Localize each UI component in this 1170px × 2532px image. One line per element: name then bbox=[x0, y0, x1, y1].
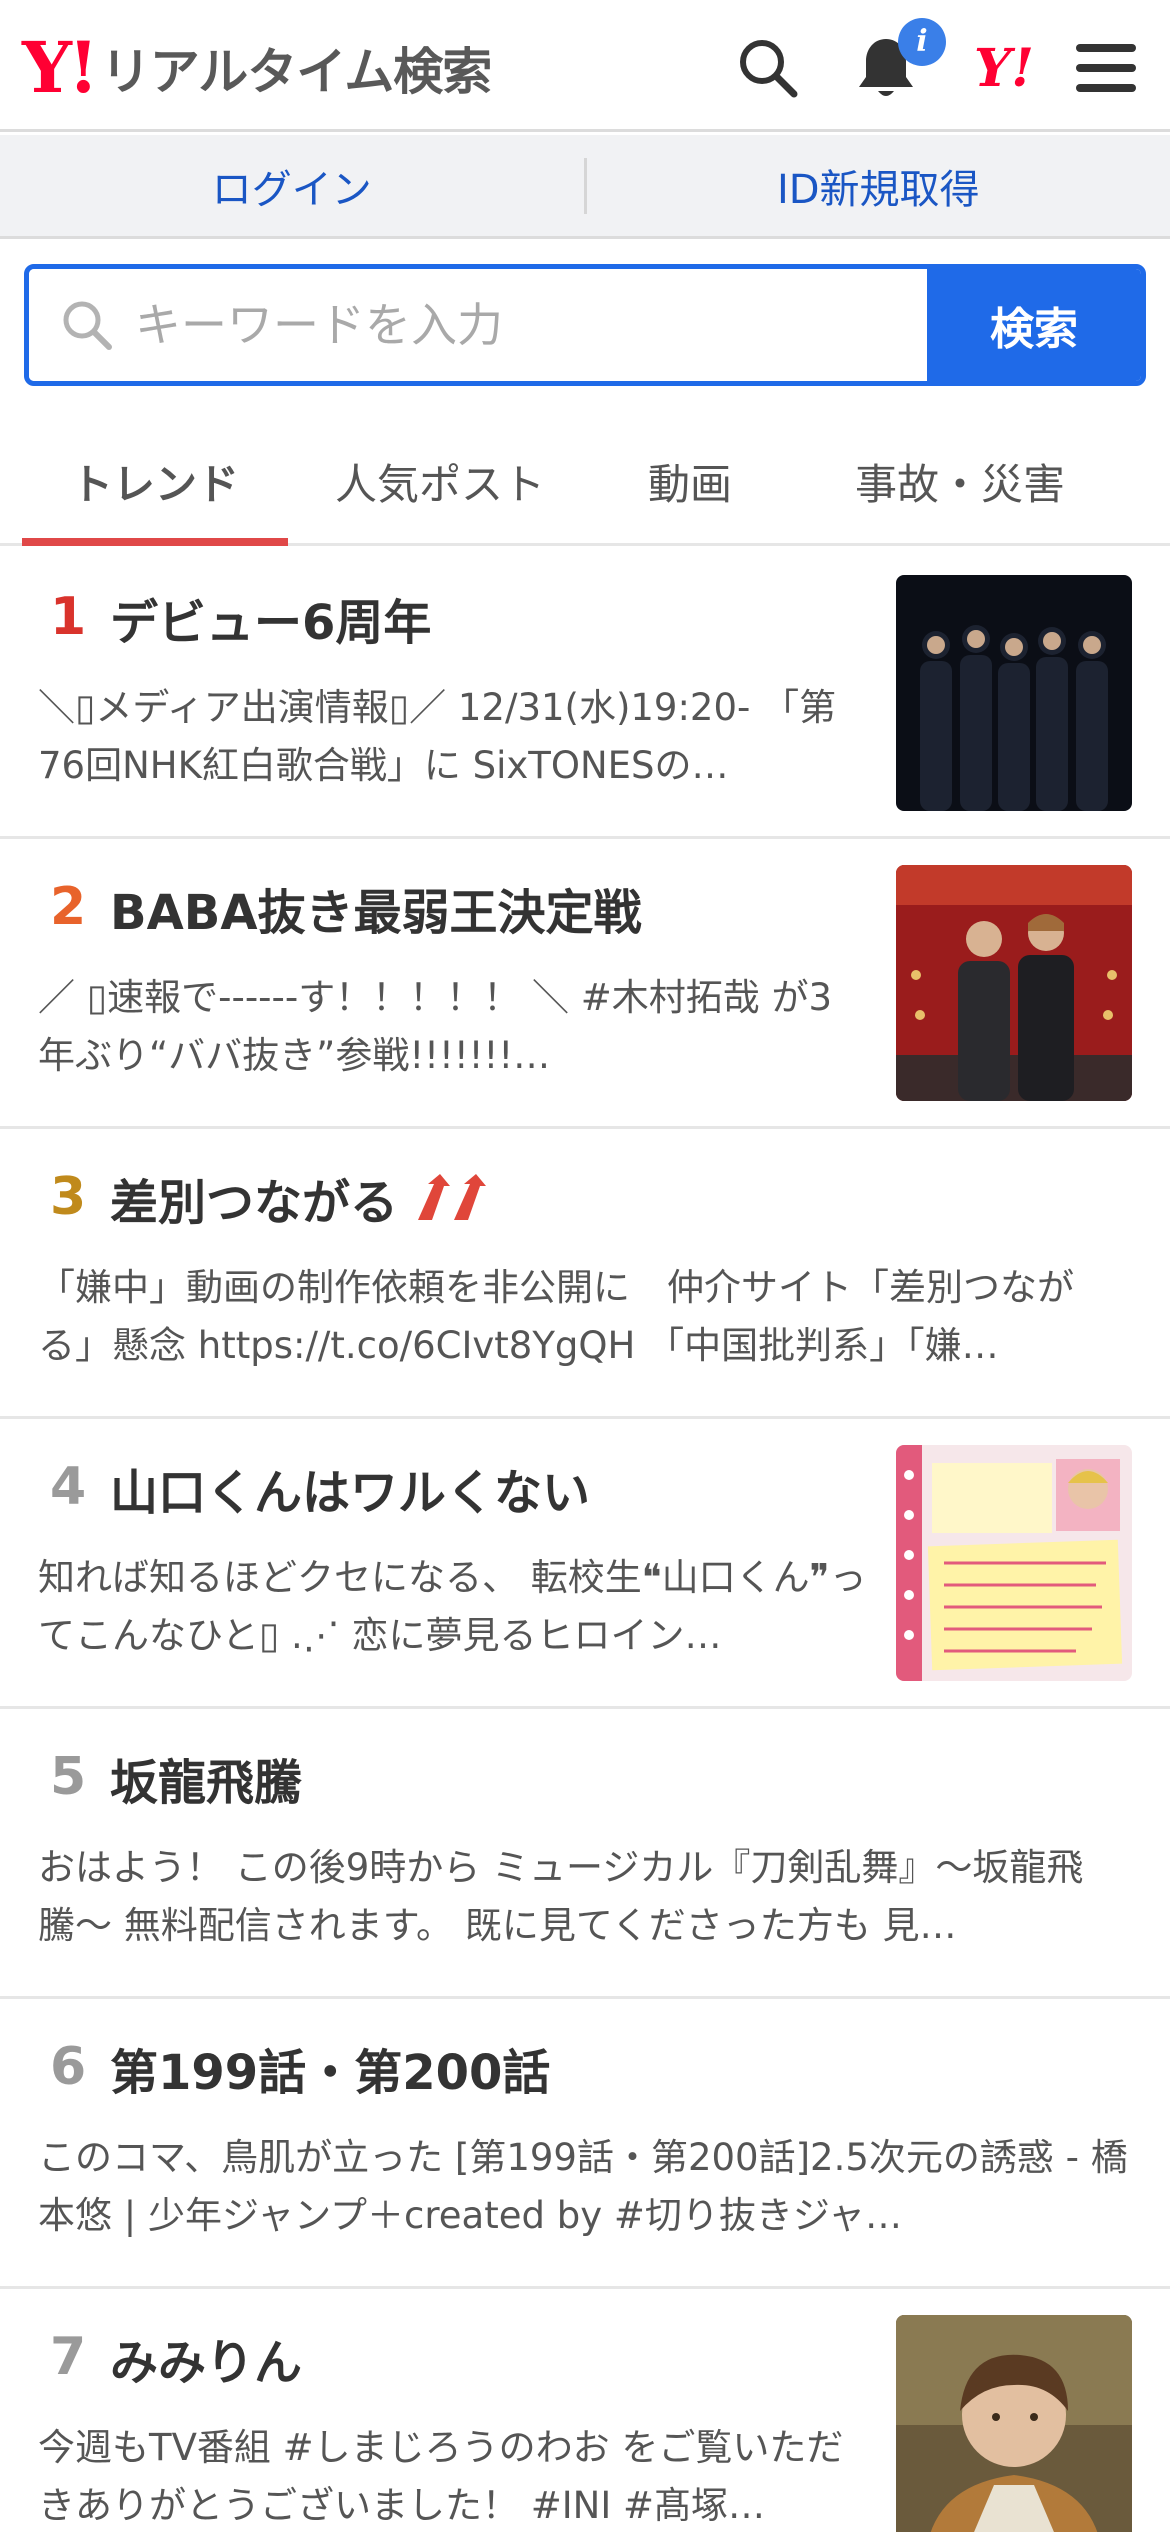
logo-mark: Y! bbox=[22, 26, 99, 109]
trend-description: おはよう！ この後9時から ミュージカル『刀剣乱舞』〜坂龍飛騰〜 無料配信されま… bbox=[38, 1846, 1084, 1947]
trend-list: 1 デビュー6周年 ＼▯メディア出演情報▯／ 12/31(水)19:20- 「第… bbox=[0, 549, 1170, 2532]
trend-rank: 2 bbox=[50, 877, 87, 937]
trend-description: 「嫌中」動画の制作依頼を非公開に 仲介サイト「差別つながる」懸念 https:/… bbox=[38, 1266, 1074, 1367]
trend-title: デビュー6周年 bbox=[110, 595, 432, 651]
trend-item[interactable]: 1 デビュー6周年 ＼▯メディア出演情報▯／ 12/31(水)19:20- 「第… bbox=[0, 549, 1170, 839]
trend-description: ／ ▯速報で------す！！！！！ ＼ #木村拓哉 が3年ぶり“ババ抜き”参戦… bbox=[38, 976, 833, 1077]
search-field[interactable] bbox=[29, 269, 927, 381]
tab-accidents-disasters[interactable]: 事故・災害 bbox=[810, 420, 1110, 543]
trend-description: このコマ、鳥肌が立った [第199話・第200話]2.5次元の誘惑 - 橋本悠 … bbox=[38, 2136, 1128, 2237]
trend-title: 坂龍飛騰 bbox=[110, 1755, 303, 1811]
trend-thumbnail bbox=[896, 2315, 1132, 2532]
search-icon[interactable] bbox=[730, 30, 806, 106]
trend-item[interactable]: 6 第199話・第200話 このコマ、鳥肌が立った [第199話・第200話]2… bbox=[0, 1999, 1170, 2289]
trend-item[interactable]: 5 坂龍飛騰 おはよう！ この後9時から ミュージカル『刀剣乱舞』〜坂龍飛騰〜 … bbox=[0, 1709, 1170, 1999]
trend-thumbnail bbox=[896, 575, 1132, 811]
search-input[interactable] bbox=[127, 298, 927, 352]
trend-description: 今週もTV番組 #しまじろうのわお をご覧いただきありがとうございました！ #I… bbox=[38, 2426, 844, 2527]
trend-rank: 6 bbox=[50, 2037, 87, 2097]
trend-title-text: 差別つながる bbox=[110, 1175, 399, 1231]
trend-rank: 7 bbox=[50, 2327, 87, 2387]
register-link[interactable]: ID新規取得 bbox=[587, 157, 1170, 215]
trend-item[interactable]: 7 みみりん 今週もTV番組 #しまじろうのわお をご覧いただきありがとうござい… bbox=[0, 2289, 1170, 2532]
category-tabs: トレンド 人気ポスト 動画 事故・災害 bbox=[0, 420, 1170, 546]
yahoo-realtime-logo[interactable]: Y! リアルタイム検索 bbox=[22, 26, 492, 109]
hamburger-menu-icon[interactable] bbox=[1068, 30, 1144, 106]
trend-rank: 1 bbox=[50, 587, 87, 647]
yahoo-japan-icon[interactable]: Y! bbox=[966, 30, 1042, 106]
trend-title: 山口くんはワルくない bbox=[110, 1465, 591, 1521]
trend-thumbnail bbox=[896, 865, 1132, 1101]
trend-description: 知れば知るほどクセになる、 転校生❝山口くん❞ってこんなひと▯ .⋰ 恋に夢見る… bbox=[38, 1556, 867, 1657]
trend-rank: 5 bbox=[50, 1747, 87, 1807]
trend-title: みみりん bbox=[110, 2335, 303, 2391]
login-link[interactable]: ログイン bbox=[0, 157, 584, 215]
trend-description: ＼▯メディア出演情報▯／ 12/31(水)19:20- 「第76回NHK紅白歌合… bbox=[38, 686, 837, 787]
trend-thumbnail bbox=[896, 1445, 1132, 1681]
tab-trend[interactable]: トレンド bbox=[0, 420, 310, 546]
search-box: 検索 bbox=[24, 264, 1146, 386]
trend-item[interactable]: 2 BABA抜き最弱王決定戦 ／ ▯速報で------す！！！！！ ＼ #木村拓… bbox=[0, 839, 1170, 1129]
yj-mark: Y! bbox=[974, 37, 1034, 99]
search-button[interactable]: 検索 bbox=[927, 269, 1141, 381]
trend-rank: 4 bbox=[50, 1457, 87, 1517]
logo-text: リアルタイム検索 bbox=[100, 43, 492, 101]
trend-title: 第199話・第200話 bbox=[110, 2045, 551, 2101]
tab-videos[interactable]: 動画 bbox=[570, 420, 810, 543]
notification-badge[interactable]: i bbox=[898, 18, 946, 66]
trend-rank: 3 bbox=[50, 1167, 87, 1227]
trend-item[interactable]: 4 山口くんはワルくない 知れば知るほどクセになる、 転校生❝山口くん❞ってこん… bbox=[0, 1419, 1170, 1709]
trend-item[interactable]: 3 差別つながる 「嫌中」動画の制作依頼を非公開に 仲介サイト「差別つながる」懸… bbox=[0, 1129, 1170, 1419]
app-header: Y! リアルタイム検索 i Y! bbox=[0, 0, 1170, 132]
trend-title: BABA抜き最弱王決定戦 bbox=[110, 885, 642, 941]
tab-popular-posts[interactable]: 人気ポスト bbox=[310, 420, 570, 543]
search-field-icon bbox=[47, 297, 127, 353]
login-bar: ログイン ID新規取得 bbox=[0, 135, 1170, 239]
trend-title: 差別つながる bbox=[110, 1163, 494, 1233]
rising-arrows-icon bbox=[414, 1174, 494, 1222]
